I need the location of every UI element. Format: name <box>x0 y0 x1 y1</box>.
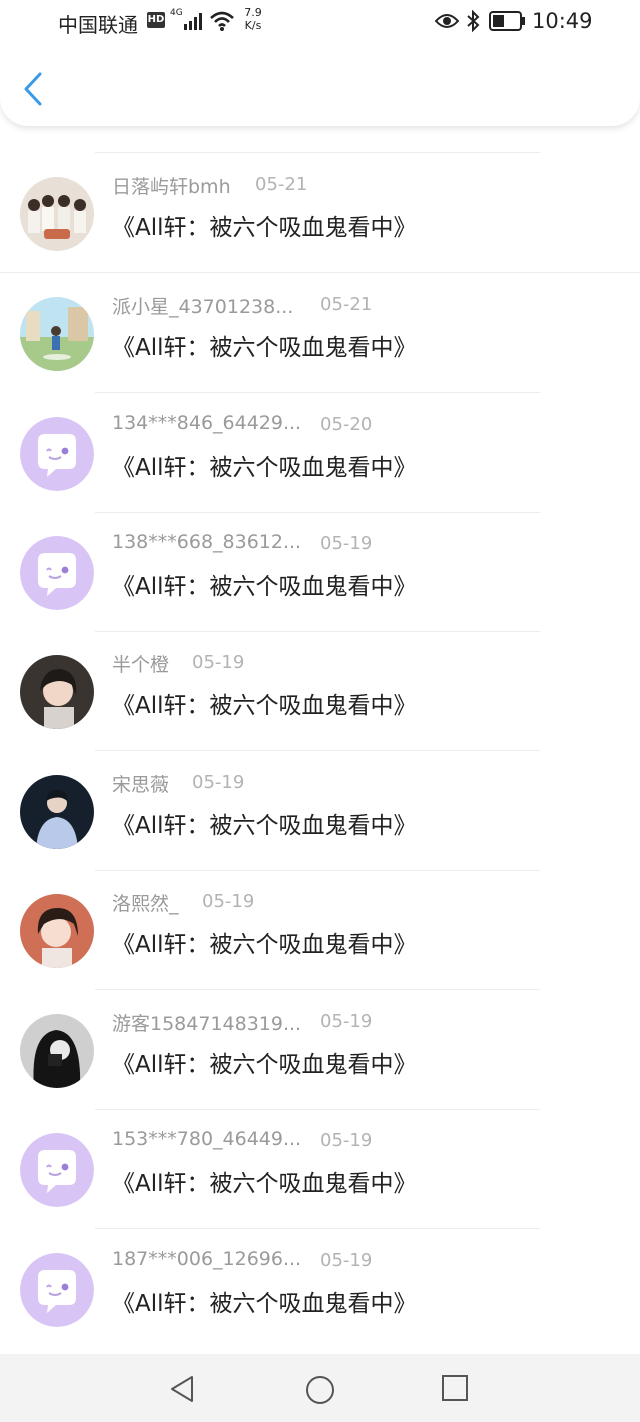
avatar[interactable] <box>20 1133 94 1207</box>
hd-badge: HD <box>147 12 165 28</box>
book-title[interactable]: 《All轩：被六个吸血鬼看中》 <box>112 1164 417 1198</box>
circle-home-icon[interactable] <box>304 1374 336 1410</box>
book-title[interactable]: 《All轩：被六个吸血鬼看中》 <box>112 328 417 362</box>
book-title[interactable]: 《All轩：被六个吸血鬼看中》 <box>112 567 417 601</box>
post-date: 05-21 <box>255 174 308 195</box>
username[interactable]: 日落屿轩bmh <box>112 172 231 198</box>
post-date: 05-19 <box>192 652 245 673</box>
avatar[interactable] <box>20 894 94 968</box>
list-item[interactable]: 游客15847148319... 05-19 《All轩：被六个吸血鬼看中》 <box>0 989 640 1109</box>
username[interactable]: 187***006_12696... <box>112 1248 301 1274</box>
list-item[interactable]: 半个橙 05-19 《All轩：被六个吸血鬼看中》 <box>0 630 640 750</box>
avatar[interactable] <box>20 1253 94 1327</box>
post-date: 05-19 <box>320 1250 373 1271</box>
book-title[interactable]: 《All轩：被六个吸血鬼看中》 <box>112 1045 417 1079</box>
book-title[interactable]: 《All轩：被六个吸血鬼看中》 <box>112 686 417 720</box>
avatar[interactable] <box>20 417 94 491</box>
username[interactable]: 138***668_83612... <box>112 531 301 557</box>
avatar[interactable] <box>20 177 94 251</box>
book-title[interactable]: 《All轩：被六个吸血鬼看中》 <box>112 806 417 840</box>
list-item[interactable]: 138***668_83612... 05-19 《All轩：被六个吸血鬼看中》 <box>0 511 640 631</box>
book-title[interactable]: 《All轩：被六个吸血鬼看中》 <box>112 1284 417 1318</box>
square-recent-icon[interactable] <box>441 1374 469 1406</box>
avatar[interactable] <box>20 655 94 729</box>
network-speed: 7.9 K/s <box>240 6 266 32</box>
system-nav-bar <box>0 1354 640 1422</box>
list-item[interactable]: 134***846_64429... 05-20 《All轩：被六个吸血鬼看中》 <box>0 392 640 512</box>
list-item[interactable]: 洛熙然_ 05-19 《All轩：被六个吸血鬼看中》 <box>0 869 640 989</box>
avatar[interactable] <box>20 536 94 610</box>
book-title[interactable]: 《All轩：被六个吸血鬼看中》 <box>112 448 417 482</box>
list-item[interactable]: 187***006_12696... 05-19 《All轩：被六个吸血鬼看中》 <box>0 1228 640 1348</box>
username[interactable]: 洛熙然_ <box>112 889 179 915</box>
post-date: 05-19 <box>192 772 245 793</box>
list-item[interactable]: 日落屿轩bmh 05-21 《All轩：被六个吸血鬼看中》 <box>0 152 640 272</box>
book-title[interactable]: 《All轩：被六个吸血鬼看中》 <box>112 208 417 242</box>
list-item[interactable]: 宋思薇 05-19 《All轩：被六个吸血鬼看中》 <box>0 750 640 870</box>
clock-time: 10:49 <box>532 9 593 33</box>
comment-list: 日落屿轩bmh 05-21 《All轩：被六个吸血鬼看中》 派小星_43701238.… <box>0 100 640 1354</box>
post-date: 05-19 <box>320 1130 373 1151</box>
list-item[interactable]: 派小星_43701238... 05-21 《All轩：被六个吸血鬼看中》 <box>0 272 640 392</box>
eye-icon <box>434 11 460 35</box>
username[interactable]: 134***846_64429... <box>112 412 301 438</box>
back-button[interactable] <box>18 70 50 108</box>
post-date: 05-19 <box>320 533 373 554</box>
list-item[interactable]: 153***780_46449... 05-19 《All轩：被六个吸血鬼看中》 <box>0 1108 640 1228</box>
book-title[interactable]: 《All轩：被六个吸血鬼看中》 <box>112 925 417 959</box>
post-date: 05-21 <box>320 294 373 315</box>
username[interactable]: 派小星_43701238... <box>112 292 293 318</box>
top-header: 中国联通 HD 4G 7.9 K/s 10:49 <box>0 0 640 126</box>
wifi-icon <box>209 10 235 36</box>
post-date: 05-20 <box>320 414 373 435</box>
avatar[interactable] <box>20 297 94 371</box>
battery-icon <box>489 11 527 35</box>
avatar[interactable] <box>20 1014 94 1088</box>
signal-icon <box>183 11 205 35</box>
speed-value: 7.9 <box>244 6 262 19</box>
username[interactable]: 游客15847148319... <box>112 1009 301 1035</box>
triangle-back-icon[interactable] <box>168 1374 198 1408</box>
carrier-name: 中国联通 <box>58 13 138 37</box>
username[interactable]: 153***780_46449... <box>112 1128 301 1154</box>
bluetooth-icon <box>465 9 481 37</box>
username[interactable]: 半个橙 <box>112 650 169 676</box>
avatar[interactable] <box>20 775 94 849</box>
network-type: 4G <box>170 8 183 18</box>
speed-unit: K/s <box>244 19 262 32</box>
username[interactable]: 宋思薇 <box>112 770 169 796</box>
post-date: 05-19 <box>320 1011 373 1032</box>
post-date: 05-19 <box>202 891 255 912</box>
status-bar: 中国联通 HD 4G 7.9 K/s 10:49 <box>0 0 640 46</box>
chevron-left-icon <box>24 72 42 106</box>
